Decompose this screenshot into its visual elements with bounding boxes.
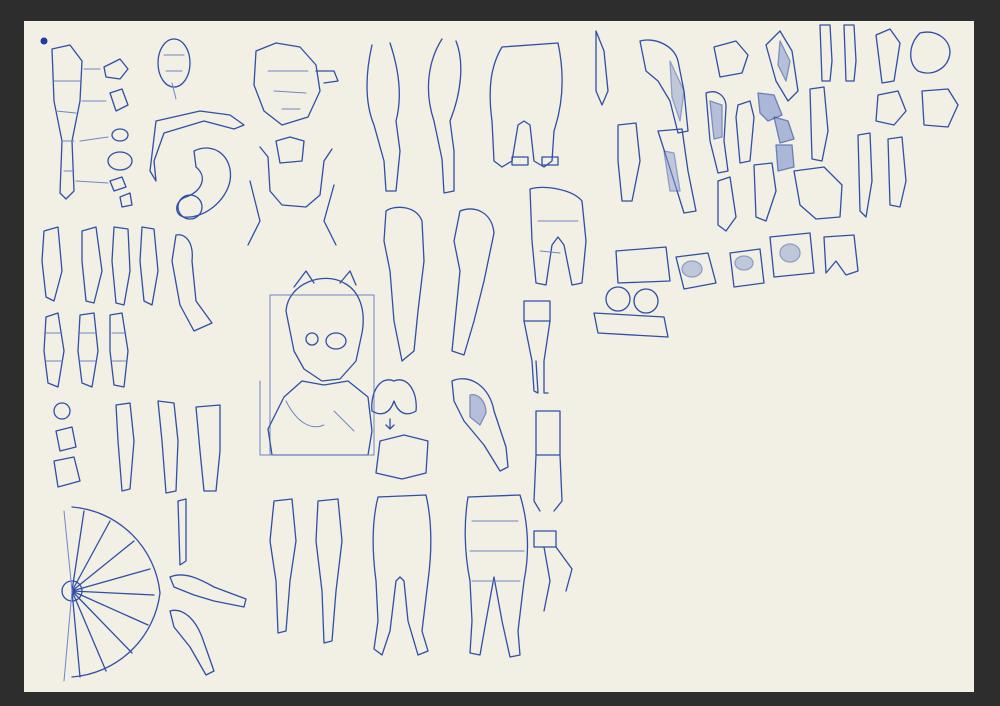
legs-sketch-icon [366,38,563,194]
fan-sketch-icon [61,506,161,682]
portrait-sketch-icon [259,270,375,456]
forearm-forms-sketch-icon [53,400,221,494]
back-legs-sketch-icon [383,206,495,362]
arm-sketch-icon [149,110,245,220]
drawing-app-window [0,0,1000,706]
lower-arm-sketch-icon [169,498,247,676]
muscle-sketch-icon [451,378,509,472]
head-sketch-icon [157,38,191,100]
brush-dot-icon [40,37,48,45]
mannequin-sketch-icon [523,300,573,612]
arm-sequence-sketch-icon [41,226,213,388]
drawing-canvas[interactable] [24,21,974,692]
pelvis-boxes-sketch-icon [593,232,859,338]
pelvis-bones-sketch-icon [371,379,429,480]
pelvis-sketch-icon [529,186,587,286]
right-cluster-sketch-icon [595,24,959,232]
leg-sketch-icon [51,44,133,208]
bottom-legs-sketch-icon [269,494,529,658]
torso-sketch-icon [247,42,339,246]
sketch-layer [40,24,959,682]
